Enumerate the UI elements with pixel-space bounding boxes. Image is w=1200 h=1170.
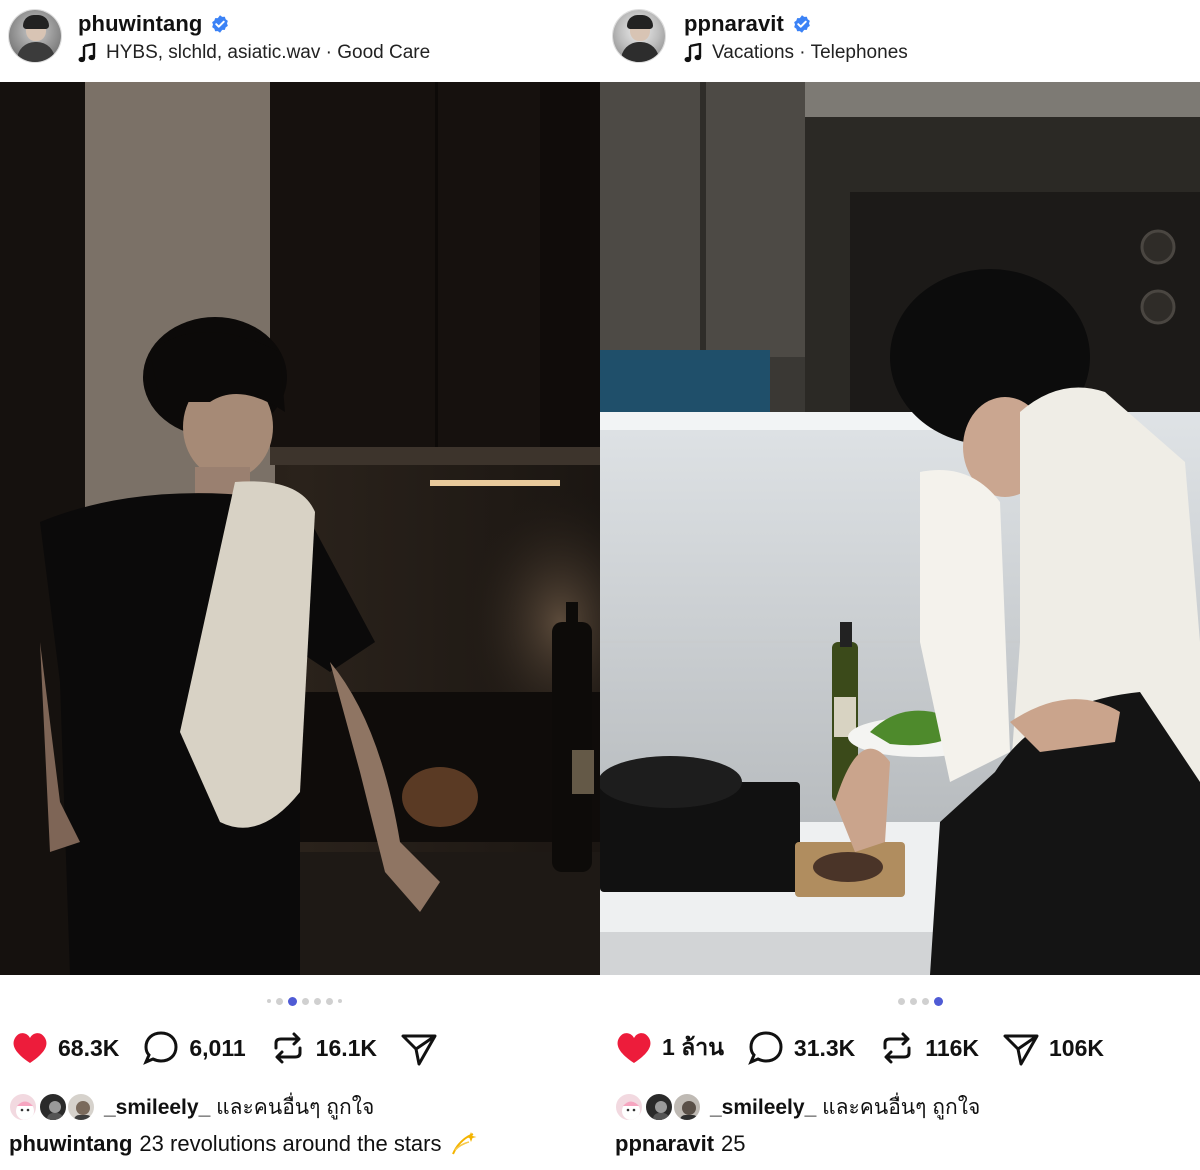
post-photo[interactable] bbox=[0, 82, 600, 975]
verified-icon bbox=[794, 15, 810, 33]
repost-icon bbox=[274, 1032, 302, 1064]
music-label: HYBS, slchld, asiatic.wav · Good Care bbox=[106, 42, 431, 63]
post-header: phuwintang HYBS, slchld, asiatic.wav · G… bbox=[0, 0, 600, 82]
carousel-dot[interactable] bbox=[267, 999, 271, 1003]
music-row[interactable]: Vacations · Telephones bbox=[684, 41, 908, 65]
avatar[interactable] bbox=[612, 9, 666, 63]
kitchen-photo-dark bbox=[0, 82, 600, 975]
liked-by-text: _smileely_ และคนอื่นๆ ถูกใจ bbox=[710, 1091, 980, 1124]
liked-by-suffix: และคนอื่นๆ ถูกใจ bbox=[216, 1095, 375, 1119]
liked-by-text: _smileely_ และคนอื่นๆ ถูกใจ bbox=[104, 1091, 374, 1124]
liker-avatars bbox=[8, 1092, 100, 1122]
like-button[interactable]: 68.3K bbox=[10, 1026, 119, 1070]
caption-username[interactable]: ppnaravit bbox=[615, 1131, 714, 1157]
share-button[interactable]: 106K bbox=[1001, 1026, 1104, 1070]
carousel-indicator[interactable] bbox=[898, 995, 943, 1007]
carousel-dot-active[interactable] bbox=[934, 996, 943, 1006]
carousel-dot[interactable] bbox=[276, 997, 283, 1005]
music-note-icon bbox=[78, 43, 96, 63]
comment-button[interactable]: 6,011 bbox=[141, 1026, 246, 1070]
carousel-indicator[interactable] bbox=[267, 995, 342, 1007]
action-bar: 68.3K 6,011 16.1K bbox=[10, 1026, 461, 1070]
carousel-dot[interactable] bbox=[922, 997, 929, 1005]
username[interactable]: ppnaravit bbox=[684, 11, 784, 37]
carousel-dot[interactable] bbox=[338, 999, 342, 1003]
liker-avatar bbox=[8, 1092, 38, 1122]
carousel-dot-active[interactable] bbox=[288, 996, 297, 1006]
liked-by-user[interactable]: _smileely_ bbox=[710, 1096, 816, 1119]
music-note-icon bbox=[684, 43, 702, 63]
kitchen-photo-lit bbox=[600, 82, 1200, 975]
liker-avatar bbox=[672, 1092, 702, 1122]
caption-text: 25 bbox=[721, 1131, 746, 1156]
comment-button[interactable]: 31.3K bbox=[746, 1026, 855, 1070]
music-label: Vacations · Telephones bbox=[712, 42, 908, 63]
caption: ppnaravit 25 bbox=[615, 1128, 746, 1160]
liked-by-row[interactable]: _smileely_ และคนอื่นๆ ถูกใจ bbox=[614, 1090, 980, 1124]
dizzy-sparkle-icon bbox=[451, 1132, 476, 1155]
liker-avatar bbox=[614, 1092, 644, 1122]
like-button[interactable]: 1 ล้าน bbox=[614, 1026, 724, 1070]
like-count: 68.3K bbox=[58, 1034, 120, 1061]
share-count: 106K bbox=[1049, 1034, 1104, 1061]
repost-count: 116K bbox=[925, 1034, 980, 1061]
carousel-dot[interactable] bbox=[326, 997, 333, 1005]
heart-icon bbox=[617, 1033, 651, 1063]
post-photo[interactable] bbox=[600, 82, 1200, 975]
comment-icon bbox=[748, 1031, 783, 1065]
avatar[interactable] bbox=[8, 9, 62, 63]
carousel-dot[interactable] bbox=[314, 997, 321, 1005]
comment-count: 31.3K bbox=[793, 1034, 856, 1061]
liker-avatar bbox=[66, 1092, 96, 1122]
carousel-dot[interactable] bbox=[302, 997, 309, 1005]
carousel-dot[interactable] bbox=[910, 997, 917, 1005]
repost-button[interactable]: 116K bbox=[877, 1026, 979, 1070]
like-count: 1 ล้าน bbox=[662, 1034, 724, 1060]
repost-button[interactable]: 16.1K bbox=[268, 1026, 377, 1070]
post-phuwintang: phuwintang HYBS, slchld, asiatic.wav · G… bbox=[0, 0, 600, 1170]
music-row[interactable]: HYBS, slchld, asiatic.wav · Good Care bbox=[78, 41, 430, 65]
caption-text: 23 revolutions around the stars bbox=[139, 1131, 442, 1156]
repost-icon bbox=[883, 1032, 911, 1064]
liker-avatar bbox=[644, 1092, 674, 1122]
carousel-dot[interactable] bbox=[898, 997, 905, 1005]
liked-by-user[interactable]: _smileely_ bbox=[104, 1096, 210, 1119]
caption-username[interactable]: phuwintang bbox=[9, 1131, 132, 1157]
username[interactable]: phuwintang bbox=[78, 11, 202, 37]
heart-icon bbox=[13, 1033, 47, 1063]
comment-count: 6,011 bbox=[189, 1034, 246, 1061]
liked-by-row[interactable]: _smileely_ และคนอื่นๆ ถูกใจ bbox=[8, 1090, 374, 1124]
share-icon bbox=[1003, 1034, 1039, 1066]
post-ppnaravit: ppnaravit Vacations · Telephones 1 ล้าน … bbox=[600, 0, 1200, 1170]
username-row: ppnaravit bbox=[684, 10, 812, 38]
liker-avatars bbox=[614, 1092, 706, 1122]
comment-icon bbox=[143, 1031, 178, 1065]
username-row: phuwintang bbox=[78, 10, 230, 38]
share-button[interactable] bbox=[399, 1026, 439, 1070]
verified-icon bbox=[212, 15, 229, 33]
liker-avatar bbox=[38, 1092, 68, 1122]
caption: phuwintang 23 revolutions around the sta… bbox=[9, 1128, 477, 1160]
repost-count: 16.1K bbox=[315, 1034, 378, 1061]
action-bar: 1 ล้าน 31.3K 116K 106K bbox=[614, 1026, 1126, 1070]
liked-by-suffix: และคนอื่นๆ ถูกใจ bbox=[822, 1095, 981, 1119]
share-icon bbox=[401, 1034, 437, 1066]
post-header: ppnaravit Vacations · Telephones bbox=[600, 0, 1200, 82]
